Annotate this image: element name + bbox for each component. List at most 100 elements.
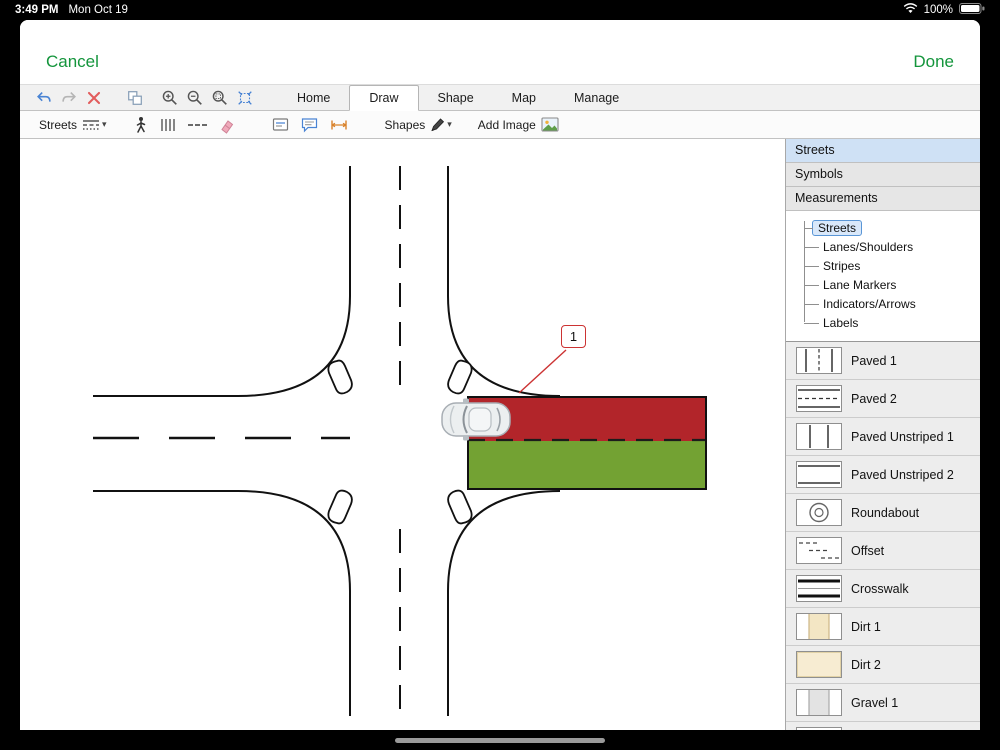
home-indicator[interactable]: [395, 738, 605, 743]
dash-pattern-icon[interactable]: [182, 111, 212, 138]
list-item-paved-1[interactable]: Paved 1: [786, 342, 980, 380]
thumb-gravel-1: [796, 689, 842, 716]
list-item-paved-2[interactable]: Paved 2: [786, 380, 980, 418]
list-item-label: Crosswalk: [851, 581, 909, 596]
add-image-button[interactable]: Add Image: [473, 111, 565, 138]
tree-label: Indicators/Arrows: [823, 296, 916, 311]
cancel-button[interactable]: Cancel: [46, 52, 99, 72]
callout-leader: [518, 349, 567, 394]
list-item-offset[interactable]: Offset: [786, 532, 980, 570]
street-type-list: Paved 1 Paved 2 Paved Unstriped 1 Paved …: [786, 342, 980, 730]
undo-icon[interactable]: [32, 85, 55, 110]
tree-item-lane-markers[interactable]: Lane Markers: [804, 275, 976, 294]
shapes-dropdown[interactable]: Shapes ▾: [380, 111, 457, 138]
tree-item-labels[interactable]: Labels: [804, 313, 976, 332]
battery-percent: 100%: [923, 4, 953, 16]
list-item-dirt-1[interactable]: Dirt 1: [786, 608, 980, 646]
thumb-paved-unstriped-2: [796, 461, 842, 488]
tree-label: Labels: [823, 315, 859, 330]
streets-tool-label: Streets: [39, 117, 78, 132]
wifi-icon: [903, 3, 918, 17]
symbol-sidebar: Streets Symbols Measurements Streets Lan…: [785, 139, 980, 730]
list-item-dirt-2[interactable]: Dirt 2: [786, 646, 980, 684]
zoom-in-icon[interactable]: [158, 85, 181, 110]
tree-label: Lanes/Shoulders: [823, 239, 914, 254]
tree-item-streets[interactable]: Streets: [804, 218, 976, 237]
list-item-label: Roundabout: [851, 505, 920, 520]
tree-item-lanes-shoulders[interactable]: Lanes/Shoulders: [804, 237, 976, 256]
car[interactable]: [441, 398, 511, 441]
nav-header: Cancel Done: [20, 20, 980, 84]
list-item-paved-unstriped-1[interactable]: Paved Unstriped 1: [786, 418, 980, 456]
callout-number: 1: [569, 329, 578, 344]
thumb-paved-unstriped-1: [796, 423, 842, 450]
sidebar-section-streets[interactable]: Streets: [786, 139, 980, 163]
pen-icon: [431, 118, 445, 132]
line-style-icon: [83, 119, 100, 130]
list-item-label: Paved Unstriped 1: [851, 429, 954, 444]
status-time: 3:49 PM: [15, 4, 59, 16]
main-area: 1 Streets Symbols Measurements Streets L…: [20, 139, 980, 730]
eraser-icon[interactable]: [212, 111, 240, 138]
redo-icon[interactable]: [57, 85, 80, 110]
tree-label: Stripes: [823, 258, 861, 273]
category-tree-panel: Streets Lanes/Shoulders Stripes Lane Mar…: [786, 211, 980, 342]
shapes-tool-label: Shapes: [384, 117, 426, 132]
delete-icon[interactable]: [82, 85, 105, 110]
thumb-paved-2: [796, 385, 842, 412]
done-button[interactable]: Done: [913, 52, 954, 72]
app-window: Cancel Done Home Draw Shape Map Manage S…: [20, 20, 980, 730]
tab-toolbar: Home Draw Shape Map Manage: [20, 84, 980, 111]
section-label: Streets: [795, 143, 835, 157]
tab-draw[interactable]: Draw: [349, 85, 419, 111]
thumb-partial: [796, 727, 842, 730]
zoom-out-icon[interactable]: [183, 85, 206, 110]
callout-icon[interactable]: [295, 111, 324, 138]
zoom-fit-icon[interactable]: [233, 85, 256, 110]
add-image-label: Add Image: [477, 117, 536, 132]
list-item-label: Dirt 1: [851, 619, 881, 634]
list-item-label: Offset: [851, 543, 885, 558]
tree-label: Lane Markers: [823, 277, 897, 292]
callout-annotation[interactable]: 1: [561, 325, 586, 348]
section-label: Symbols: [795, 167, 843, 181]
status-bar: 3:49 PM Mon Oct 19 100%: [0, 0, 1000, 20]
tab-map[interactable]: Map: [493, 85, 555, 110]
thumb-offset: [796, 537, 842, 564]
list-item-gravel-1[interactable]: Gravel 1: [786, 684, 980, 722]
lane-lines-icon[interactable]: [154, 111, 182, 138]
battery-icon: [959, 3, 985, 17]
section-label: Measurements: [795, 191, 878, 205]
list-item-label: Paved 2: [851, 391, 897, 406]
list-item-paved-unstriped-2[interactable]: Paved Unstriped 2: [786, 456, 980, 494]
thumb-crosswalk: [796, 575, 842, 602]
list-item-label: Paved Unstriped 2: [851, 467, 954, 482]
list-item-partial[interactable]: [786, 722, 980, 730]
street-style-dropdown[interactable]: Streets ▾: [34, 111, 112, 138]
list-item-label: Dirt 2: [851, 657, 881, 672]
pedestrian-icon[interactable]: [128, 111, 154, 138]
thumb-dirt-2: [796, 651, 842, 678]
chevron-down-icon: ▾: [102, 119, 107, 129]
tab-manage[interactable]: Manage: [555, 85, 638, 110]
list-item-roundabout[interactable]: Roundabout: [786, 494, 980, 532]
label-icon[interactable]: [266, 111, 295, 138]
tabs: Home Draw Shape Map Manage: [278, 85, 638, 111]
list-item-label: Gravel 1: [851, 695, 899, 710]
sidebar-section-symbols[interactable]: Symbols: [786, 163, 980, 187]
paste-icon[interactable]: [123, 85, 146, 110]
tree-item-indicators-arrows[interactable]: Indicators/Arrows: [804, 294, 976, 313]
zoom-area-icon[interactable]: [208, 85, 231, 110]
tree-label: Streets: [812, 219, 863, 236]
list-item-label: Paved 1: [851, 353, 897, 368]
dimension-icon[interactable]: [324, 111, 354, 138]
thumb-roundabout: [796, 499, 842, 526]
draw-toolbar: Streets ▾ Shapes ▾ Add Image: [20, 111, 980, 139]
tab-shape[interactable]: Shape: [419, 85, 493, 110]
tree-item-stripes[interactable]: Stripes: [804, 256, 976, 275]
sidebar-section-measurements[interactable]: Measurements: [786, 187, 980, 211]
thumb-dirt-1: [796, 613, 842, 640]
tab-home[interactable]: Home: [278, 85, 349, 110]
list-item-crosswalk[interactable]: Crosswalk: [786, 570, 980, 608]
drawing-canvas[interactable]: 1: [20, 139, 785, 730]
